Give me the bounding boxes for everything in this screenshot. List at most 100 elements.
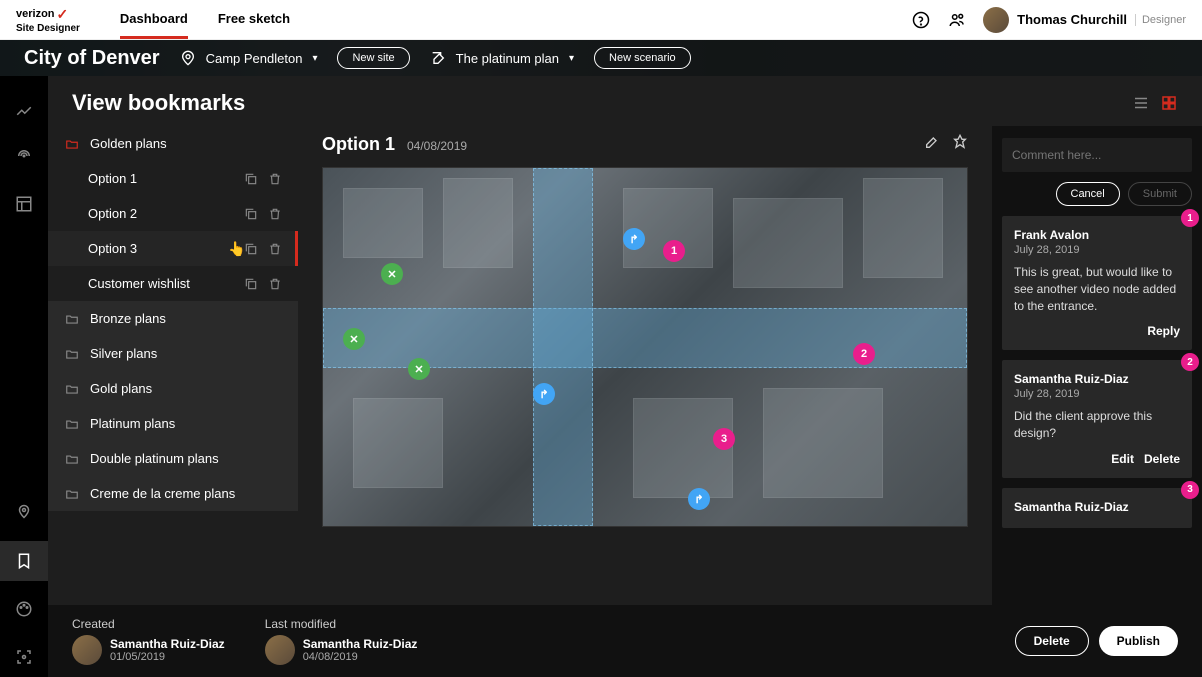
- reply-button[interactable]: Reply: [1147, 324, 1180, 338]
- brand-product: Site Designer: [16, 23, 80, 34]
- main: View bookmarks Golden plans Option 1: [0, 76, 1202, 677]
- user-name: Thomas Churchill: [1017, 12, 1127, 27]
- folder-creme[interactable]: Creme de la creme plans: [48, 476, 298, 511]
- cursor-icon: 👆: [228, 240, 245, 257]
- modified-block: Last modified Samantha Ruiz-Diaz 04/08/2…: [265, 617, 418, 665]
- comments-panel: Cancel Submit 1 Frank Avalon July 28, 20…: [992, 126, 1202, 605]
- comment-actions: Reply: [1014, 324, 1180, 338]
- trash-icon[interactable]: [268, 277, 282, 291]
- preview-actions: [924, 134, 968, 150]
- folder-label: Creme de la creme plans: [90, 486, 235, 501]
- comment-input[interactable]: [1002, 138, 1192, 172]
- help-icon[interactable]: [911, 10, 931, 30]
- folder-icon: [64, 417, 80, 431]
- folder-gold[interactable]: Gold plans: [48, 371, 298, 406]
- comment-card: 1 Frank Avalon July 28, 2019 This is gre…: [1002, 216, 1192, 350]
- tree-item-actions: [244, 172, 282, 186]
- marker-3[interactable]: 3: [713, 428, 735, 450]
- plan-selector[interactable]: The platinum plan ▾: [430, 50, 574, 66]
- copy-icon[interactable]: [244, 207, 258, 221]
- comment-card: 2 Samantha Ruiz-Diaz July 28, 2019 Did t…: [1002, 360, 1192, 478]
- building: [863, 178, 943, 278]
- marker-2[interactable]: 2: [853, 343, 875, 365]
- site-name: Camp Pendleton: [206, 51, 303, 66]
- folder-label: Double platinum plans: [90, 451, 219, 466]
- folder-bronze[interactable]: Bronze plans: [48, 301, 298, 336]
- new-site-button[interactable]: New site: [337, 47, 409, 69]
- delete-button[interactable]: Delete: [1015, 626, 1089, 656]
- view-toggle: [1132, 94, 1178, 112]
- tree-item-label: Customer wishlist: [88, 276, 190, 291]
- marker-1[interactable]: 1: [663, 240, 685, 262]
- copy-icon[interactable]: [244, 172, 258, 186]
- tree-item-option-2[interactable]: Option 2: [48, 196, 298, 231]
- folder-platinum[interactable]: Platinum plans: [48, 406, 298, 441]
- trash-icon[interactable]: [268, 242, 282, 256]
- chevron-down-icon: ▾: [569, 53, 574, 64]
- node-green-icon[interactable]: ✕: [343, 328, 365, 350]
- tool-draw-icon[interactable]: [0, 88, 48, 128]
- tool-bookmark-icon[interactable]: [0, 541, 48, 581]
- tree-item-option-1[interactable]: Option 1: [48, 161, 298, 196]
- logo: verizon✓ Site Designer: [16, 6, 80, 34]
- folder-icon: [64, 347, 80, 361]
- building: [763, 388, 883, 498]
- map-preview[interactable]: 1 2 3 ✕ ✕ ✕ ↱ ↱ ↱: [322, 167, 968, 527]
- publish-button[interactable]: Publish: [1099, 626, 1178, 656]
- pin-icon[interactable]: [952, 134, 968, 150]
- nav-free-sketch[interactable]: Free sketch: [218, 1, 290, 39]
- list-view-icon[interactable]: [1132, 94, 1150, 112]
- edit-button[interactable]: Edit: [1111, 452, 1134, 466]
- team-icon[interactable]: [947, 10, 967, 30]
- building: [353, 398, 443, 488]
- comment-card: 3 Samantha Ruiz-Diaz: [1002, 488, 1192, 528]
- preview-date: 04/08/2019: [407, 139, 467, 153]
- submit-button[interactable]: Submit: [1128, 182, 1192, 206]
- nav-dashboard[interactable]: Dashboard: [120, 1, 188, 39]
- new-scenario-button[interactable]: New scenario: [594, 47, 691, 69]
- folder-icon: [64, 312, 80, 326]
- created-name: Samantha Ruiz-Diaz: [110, 637, 225, 651]
- comment-actions: Edit Delete: [1014, 452, 1180, 466]
- folder-silver[interactable]: Silver plans: [48, 336, 298, 371]
- copy-icon[interactable]: [244, 277, 258, 291]
- folder-label: Bronze plans: [90, 311, 166, 326]
- tree-item-option-3[interactable]: Option 3 👆: [48, 231, 298, 266]
- tree-item-customer-wishlist[interactable]: Customer wishlist: [48, 266, 298, 301]
- node-green-icon[interactable]: ✕: [381, 263, 403, 285]
- content: View bookmarks Golden plans Option 1: [48, 76, 1202, 677]
- node-blue-icon[interactable]: ↱: [623, 228, 645, 250]
- folder-double-platinum[interactable]: Double platinum plans: [48, 441, 298, 476]
- created-label: Created: [72, 617, 225, 631]
- tree-item-label: Option 3: [88, 241, 137, 256]
- tool-layout-icon[interactable]: [0, 184, 48, 224]
- bookmark-tree: Golden plans Option 1 Option 2: [48, 126, 298, 605]
- left-iconbar: [0, 76, 48, 677]
- cancel-button[interactable]: Cancel: [1056, 182, 1120, 206]
- user-role: Designer: [1135, 14, 1186, 26]
- copy-icon[interactable]: [244, 242, 258, 256]
- tool-scan-icon[interactable]: [0, 637, 48, 677]
- comment-date: July 28, 2019: [1014, 244, 1180, 256]
- folder-golden-plans[interactable]: Golden plans: [48, 126, 298, 161]
- top-right: Thomas Churchill Designer: [911, 7, 1186, 33]
- node-blue-icon[interactable]: ↱: [688, 488, 710, 510]
- trash-icon[interactable]: [268, 172, 282, 186]
- plan-name: The platinum plan: [456, 51, 559, 66]
- preview-title: Option 1: [322, 134, 395, 155]
- user-chip[interactable]: Thomas Churchill Designer: [983, 7, 1186, 33]
- edit-icon[interactable]: [924, 134, 940, 150]
- modified-date: 04/08/2019: [303, 651, 418, 663]
- footer: Created Samantha Ruiz-Diaz 01/05/2019 La…: [48, 605, 1202, 677]
- created-block: Created Samantha Ruiz-Diaz 01/05/2019: [72, 617, 225, 665]
- site-selector[interactable]: Camp Pendleton ▾: [180, 50, 318, 66]
- trash-icon[interactable]: [268, 207, 282, 221]
- node-green-icon[interactable]: ✕: [408, 358, 430, 380]
- comment-badge: 1: [1181, 209, 1199, 227]
- node-blue-icon[interactable]: ↱: [533, 383, 555, 405]
- grid-view-icon[interactable]: [1160, 94, 1178, 112]
- tool-palette-icon[interactable]: [0, 589, 48, 629]
- tool-signal-icon[interactable]: [0, 136, 48, 176]
- tool-pin-icon[interactable]: [0, 493, 48, 533]
- delete-button[interactable]: Delete: [1144, 452, 1180, 466]
